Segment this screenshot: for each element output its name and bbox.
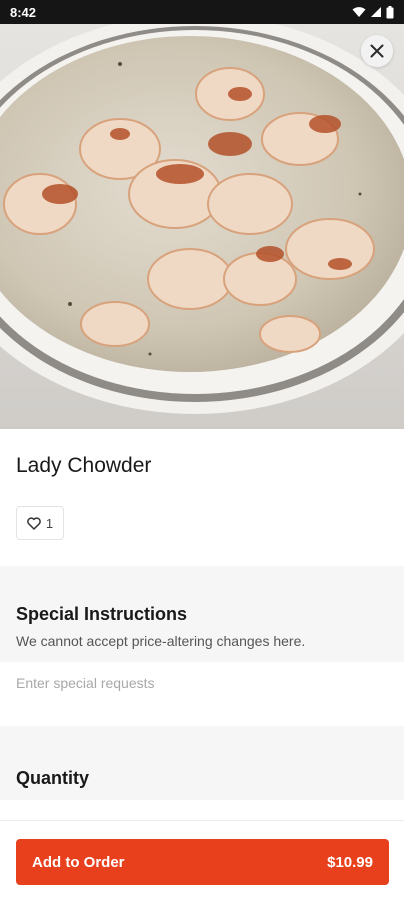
special-instructions-title: Special Instructions: [16, 604, 188, 624]
status-time: 8:42: [10, 4, 37, 20]
like-count: 1: [45, 515, 54, 531]
quantity-title: Quantity: [16, 768, 90, 788]
add-to-order-button[interactable]: Add to Order $10.99: [16, 839, 389, 885]
status-bar: 8:42: [0, 0, 404, 24]
item-photo: [0, 24, 404, 429]
special-instructions-note: We cannot accept price-altering changes …: [16, 633, 306, 649]
item-detail-screen: 8:42 Lady Chowder 1 Special Instructions…: [0, 0, 404, 900]
add-to-order-label: Add to Order: [32, 853, 125, 871]
signal-icon: [371, 7, 381, 17]
wifi-icon: [352, 7, 366, 17]
status-icons: [352, 5, 394, 19]
close-icon: [370, 44, 384, 58]
like-button[interactable]: 1: [16, 506, 64, 540]
chowder-image: [0, 24, 404, 429]
close-button[interactable]: [361, 35, 393, 67]
heart-icon: [27, 516, 41, 530]
special-requests-input[interactable]: [0, 662, 404, 726]
battery-icon: [386, 5, 394, 18]
item-price: $10.99: [327, 853, 373, 871]
item-name: Lady Chowder: [16, 454, 152, 477]
